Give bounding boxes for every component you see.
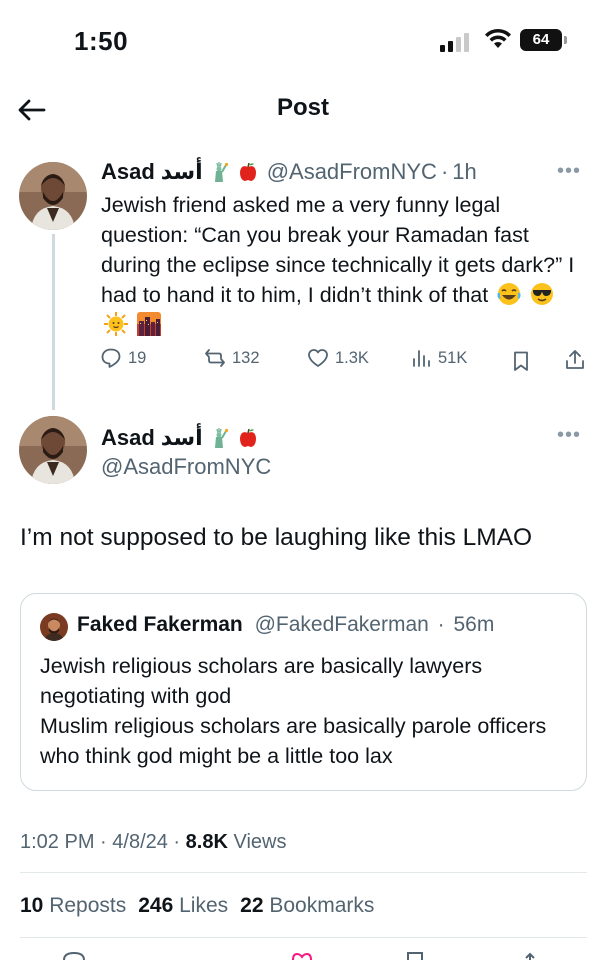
reposts-label: Reposts <box>43 894 127 917</box>
main-post-text: I’m not supposed to be laughing like thi… <box>20 524 533 551</box>
dot-separator: · <box>440 159 449 184</box>
sun-face-icon <box>104 312 128 336</box>
share-icon[interactable] <box>563 348 587 372</box>
views-label: Views <box>227 831 287 853</box>
author-handle[interactable]: @AsadFromNYC <box>267 159 437 185</box>
statue-of-liberty-icon <box>214 162 228 182</box>
avatar[interactable] <box>19 416 87 484</box>
nav-bar: Post <box>0 80 606 140</box>
share-icon[interactable] <box>518 952 542 960</box>
repost-button[interactable]: 132 <box>204 347 260 369</box>
views-chart-icon <box>413 350 430 367</box>
parent-post-actions: 19 132 1.3K 51K <box>100 347 590 377</box>
reposts-count: 10 <box>20 894 44 917</box>
reply-button[interactable]: 19 <box>100 347 146 369</box>
dot-separator: · <box>167 831 186 853</box>
sunglasses-face-icon <box>531 283 554 305</box>
views-count: 51K <box>438 348 468 367</box>
repost-count: 132 <box>232 348 260 367</box>
quote-text: Jewish religious scholars are basically … <box>40 651 570 771</box>
cellular-signal-icon <box>440 32 476 52</box>
quote-author-name: Faked Fakerman <box>77 613 243 636</box>
repost-icon <box>205 349 225 367</box>
more-options-icon[interactable]: ••• <box>557 424 581 447</box>
engagement-stats: 10 Reposts 246 Likes 22 Bookmarks <box>20 894 374 918</box>
wifi-icon <box>485 28 511 48</box>
laughing-face-icon <box>497 283 521 305</box>
heart-icon[interactable] <box>290 952 314 960</box>
thread-connector <box>52 234 55 410</box>
post-time: 1:02 PM <box>20 831 95 853</box>
dot-separator: · <box>437 613 445 636</box>
divider <box>20 872 587 873</box>
quote-header: Faked Fakerman @FakedFakerman · 56m <box>77 613 494 637</box>
quote-author-handle: @FakedFakerman <box>254 613 429 636</box>
bookmarks-stat[interactable]: 22 Bookmarks <box>240 894 374 917</box>
parent-post-text: Jewish friend asked me a very funny lega… <box>101 190 581 340</box>
quote-text-line: Muslim religious scholars are basically … <box>40 714 547 768</box>
page-title: Post <box>276 94 329 121</box>
post-time-ago[interactable]: 1h <box>452 159 476 185</box>
like-button[interactable]: 1.3K <box>307 347 369 369</box>
reply-count: 19 <box>128 348 147 367</box>
red-apple-icon <box>239 428 256 447</box>
quote-avatar <box>40 613 68 641</box>
reply-icon <box>101 348 121 368</box>
main-post-header: Asad أسد <box>101 424 259 452</box>
divider <box>20 937 587 938</box>
likes-count: 246 <box>138 894 174 917</box>
likes-label: Likes <box>173 894 229 917</box>
dot-separator: · <box>94 831 113 853</box>
bookmark-icon[interactable] <box>403 952 427 960</box>
main-post-handle-row: @AsadFromNYC <box>101 453 271 481</box>
views-total[interactable]: 8.8K <box>186 831 228 853</box>
battery-indicator: 64 <box>520 29 567 51</box>
status-time: 1:50 <box>74 26 129 56</box>
bookmarks-label: Bookmarks <box>263 894 375 917</box>
post-date: 4/8/24 <box>112 831 168 853</box>
like-count: 1.3K <box>335 348 369 367</box>
red-apple-icon <box>239 162 256 181</box>
author-arabic-name: أسد <box>160 425 203 451</box>
views-button[interactable]: 51K <box>410 347 467 369</box>
city-dusk-icon <box>136 312 161 336</box>
author-name[interactable]: Asad <box>101 425 155 451</box>
author-arabic-name: أسد <box>160 159 203 185</box>
author-handle[interactable]: @AsadFromNYC <box>101 454 271 480</box>
post-timestamp: 1:02 PM · 4/8/24 · 8.8K Views <box>20 831 286 854</box>
quote-text-line: Jewish religious scholars are basically … <box>40 654 483 708</box>
bookmarks-count: 22 <box>240 894 264 917</box>
avatar[interactable] <box>19 162 87 230</box>
more-options-icon[interactable]: ••• <box>557 160 581 183</box>
reply-icon[interactable] <box>62 952 86 960</box>
likes-stat[interactable]: 246 Likes <box>138 894 228 917</box>
author-name[interactable]: Asad <box>101 159 155 185</box>
reposts-stat[interactable]: 10 Reposts <box>20 894 126 917</box>
statue-of-liberty-icon <box>214 428 228 448</box>
status-bar: 1:50 64 <box>0 0 606 80</box>
heart-icon <box>308 349 328 367</box>
parent-post-header: Asad أسد @AsadFromNYC · 1h <box>101 158 477 186</box>
quoted-post-card[interactable]: Faked Fakerman @FakedFakerman · 56m Jewi… <box>20 593 587 791</box>
bookmark-icon[interactable] <box>510 350 532 372</box>
quote-time-ago: 56m <box>453 613 495 636</box>
